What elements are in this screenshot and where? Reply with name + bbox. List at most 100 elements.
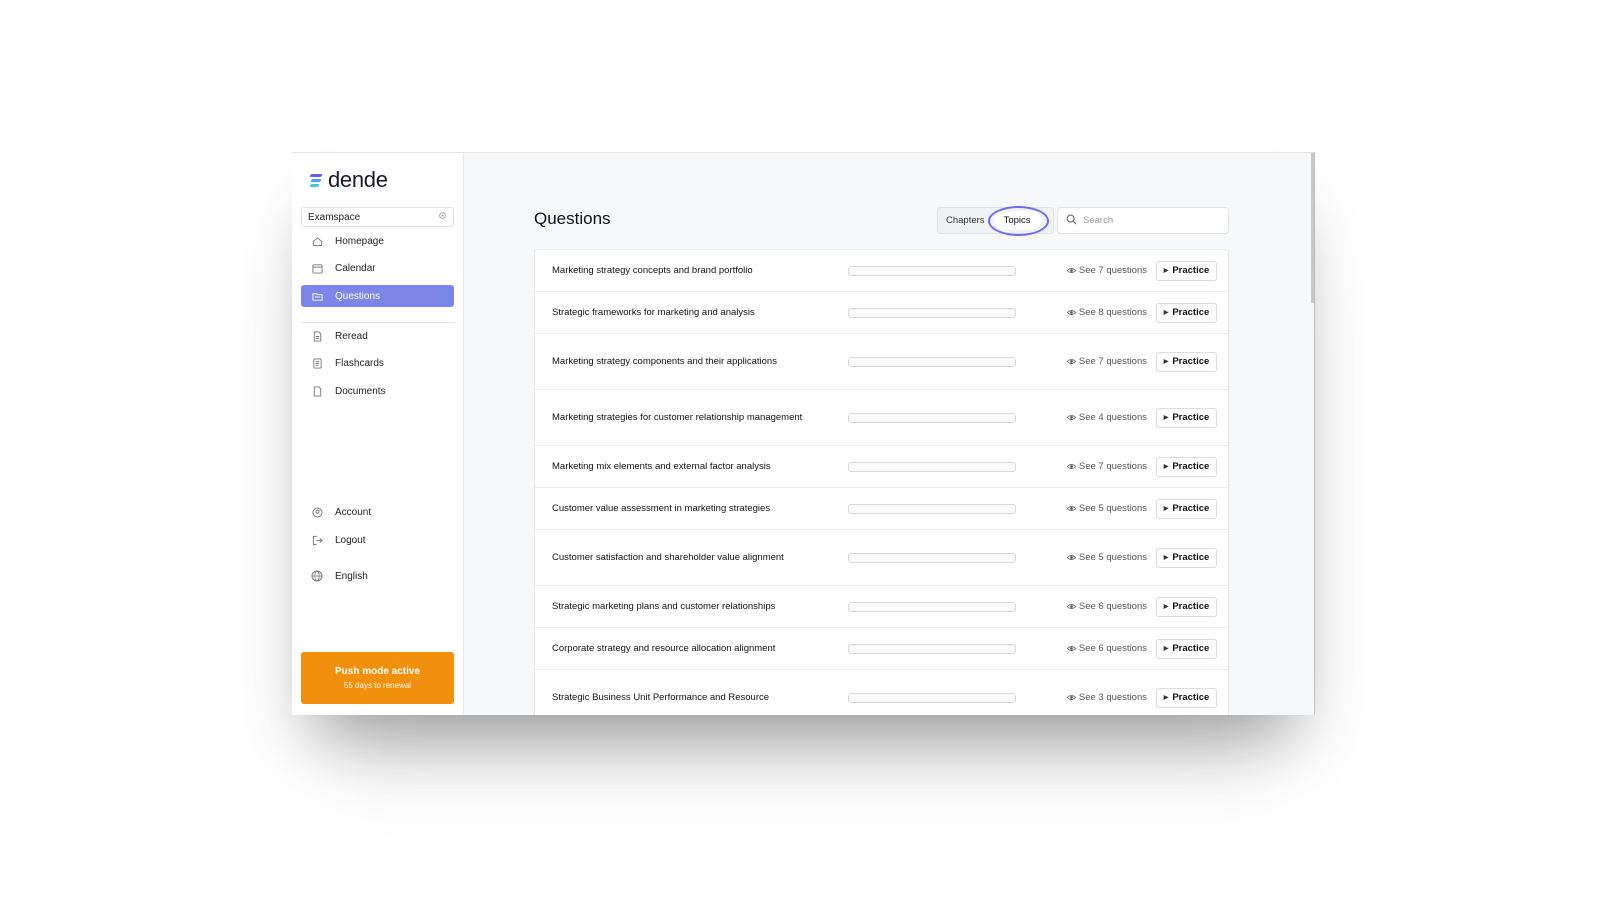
sidebar-item-label: Flashcards [335,357,384,369]
play-icon: ▶ [1163,555,1169,561]
tab-topics[interactable]: Topics [987,206,1049,236]
see-questions-link[interactable]: See 8 questions [1066,307,1147,318]
eye-icon [1066,555,1076,560]
play-icon: ▶ [1163,604,1169,610]
see-questions-label: See 5 questions [1078,503,1147,514]
push-mode-banner[interactable]: Push mode active 55 days to renewal [301,652,454,704]
topic-title: Marketing strategies for customer relati… [552,411,803,423]
logo-mark-icon [309,173,324,187]
practice-button[interactable]: ▶ Practice [1156,687,1217,708]
flashcards-icon [311,357,323,369]
sidebar-item-reread[interactable]: Reread [301,325,454,347]
workspace-selector[interactable]: Examspace [301,207,454,227]
see-questions-link[interactable]: See 7 questions [1066,356,1147,367]
see-questions-label: See 8 questions [1078,307,1147,318]
practice-button[interactable]: ▶ Practice [1156,596,1217,617]
see-questions-link[interactable]: See 6 questions [1066,601,1147,612]
see-questions-label: See 3 questions [1078,692,1147,703]
see-questions-link[interactable]: See 5 questions [1066,503,1147,514]
sidebar-item-label: Calendar [335,262,376,274]
document-icon [311,330,323,342]
practice-button[interactable]: ▶ Practice [1156,302,1217,323]
see-questions-link[interactable]: See 6 questions [1066,643,1147,654]
practice-label: Practice [1172,601,1210,612]
play-icon: ▶ [1163,268,1169,274]
see-questions-link[interactable]: See 4 questions [1066,412,1147,423]
language-selector[interactable]: English [301,565,454,587]
logout-icon [311,534,323,546]
workspace-label: Examspace [308,211,361,223]
play-icon: ▶ [1163,464,1169,470]
practice-label: Practice [1172,643,1210,654]
topic-title: Strategic frameworks for marketing and a… [552,306,755,318]
practice-label: Practice [1172,307,1210,318]
sidebar-item-calendar[interactable]: Calendar [301,257,454,279]
main-content: Questions Chapters Topics Marketing stra… [464,153,1314,715]
view-toggle: Chapters Topics [937,206,1054,236]
see-questions-label: See 6 questions [1078,643,1147,654]
practice-button[interactable]: ▶ Practice [1156,351,1217,372]
see-questions-label: See 6 questions [1078,601,1147,612]
topic-title: Marketing strategy concepts and brand po… [552,264,753,276]
sidebar-item-homepage[interactable]: Homepage [301,230,454,252]
play-icon: ▶ [1163,695,1169,701]
app-window: dende Examspace Homepage Calendar Questi… [292,152,1315,715]
gear-icon[interactable] [438,211,447,223]
topic-title: Corporate strategy and resource allocati… [552,642,776,654]
practice-label: Practice [1172,412,1210,423]
topic-title: Customer value assessment in marketing s… [552,502,771,514]
topic-row: Customer satisfaction and shareholder va… [535,530,1228,586]
logo[interactable]: dende [309,167,388,193]
see-questions-label: See 5 questions [1078,552,1147,563]
sidebar-item-questions[interactable]: Questions [301,285,454,307]
see-questions-link[interactable]: See 7 questions [1066,461,1147,472]
progress-bar [848,643,1016,654]
see-questions-link[interactable]: See 3 questions [1066,692,1147,703]
see-questions-label: See 4 questions [1078,412,1147,423]
sidebar-divider [301,322,454,323]
progress-bar [848,356,1016,367]
search-box[interactable] [1057,207,1229,234]
push-mode-title: Push mode active [334,666,421,677]
eye-icon [1066,695,1076,700]
tab-chapters[interactable]: Chapters [941,212,990,229]
sidebar-item-label: Homepage [335,235,384,247]
sidebar-item-documents[interactable]: Documents [301,380,454,402]
sidebar-item-flashcards[interactable]: Flashcards [301,352,454,374]
progress-bar [848,265,1016,276]
eye-icon [1066,646,1076,651]
see-questions-link[interactable]: See 5 questions [1066,552,1147,563]
topic-row: Corporate strategy and resource allocati… [535,628,1228,670]
practice-button[interactable]: ▶ Practice [1156,638,1217,659]
progress-bar [848,503,1016,514]
folder-icon [311,290,323,302]
play-icon: ▶ [1163,506,1169,512]
topic-row: Customer value assessment in marketing s… [535,488,1228,530]
progress-bar [848,552,1016,563]
progress-bar [848,412,1016,423]
sidebar-item-label: English [335,570,368,582]
user-icon [311,506,323,518]
eye-icon [1066,415,1076,420]
eye-icon [1066,268,1076,273]
practice-button[interactable]: ▶ Practice [1156,407,1217,428]
practice-button[interactable]: ▶ Practice [1156,498,1217,519]
practice-button[interactable]: ▶ Practice [1156,260,1217,281]
play-icon: ▶ [1163,310,1169,316]
eye-icon [1066,506,1076,511]
topic-title: Marketing mix elements and external fact… [552,460,771,472]
topic-row: Marketing mix elements and external fact… [535,446,1228,488]
practice-button[interactable]: ▶ Practice [1156,547,1217,568]
practice-button[interactable]: ▶ Practice [1156,456,1217,477]
see-questions-label: See 7 questions [1078,461,1147,472]
eye-icon [1066,359,1076,364]
topic-title: Customer satisfaction and shareholder va… [552,551,784,563]
sidebar-item-logout[interactable]: Logout [301,529,454,551]
practice-label: Practice [1172,692,1210,703]
topic-title: Marketing strategy components and their … [552,355,777,367]
search-input[interactable] [1083,215,1203,226]
sidebar-item-account[interactable]: Account [301,501,454,523]
scrollbar[interactable] [1311,153,1314,303]
see-questions-link[interactable]: See 7 questions [1066,265,1147,276]
calendar-icon [311,262,323,274]
